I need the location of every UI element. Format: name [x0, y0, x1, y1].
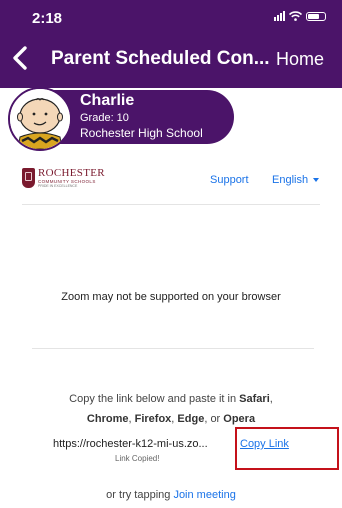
crest-icon [22, 168, 35, 188]
browser-opera: Opera [223, 413, 256, 425]
app-header: 2:18 Parent Scheduled Con... Home [0, 0, 342, 88]
highlight-annotation [235, 427, 339, 470]
browser-safari: Safari [239, 393, 270, 405]
zoom-warning: Zoom may not be supported on your browse… [61, 291, 281, 303]
logo-title: ROCHESTER [38, 167, 105, 179]
home-button[interactable]: Home [276, 49, 324, 70]
join-prompt: or try tapping Join meeting [0, 489, 342, 501]
student-name: Charlie [80, 92, 135, 109]
logo-tagline: PRIDE IN EXCELLENCE [38, 184, 78, 188]
support-link[interactable]: Support [210, 174, 249, 186]
instr-or: , or [204, 413, 224, 425]
page-title: Parent Scheduled Con... [51, 48, 270, 69]
district-logo: ROCHESTER COMMUNITY SCHOOLS PRIDE IN EXC… [22, 168, 105, 188]
wifi-icon [289, 11, 302, 21]
header-divider [22, 204, 320, 205]
student-grade: Grade: 10 [80, 112, 129, 124]
copy-instructions: Copy the link below and paste it in Safa… [30, 389, 312, 429]
meeting-url: https://rochester-k12-mi-us.zo... [53, 438, 208, 450]
link-copied-status: Link Copied! [115, 454, 160, 463]
student-school: Rochester High School [80, 126, 203, 140]
language-select[interactable]: English [272, 174, 320, 186]
status-icons [274, 11, 326, 21]
browser-edge: Edge [177, 413, 205, 425]
battery-icon [306, 11, 326, 21]
charlie-avatar-icon [10, 89, 70, 149]
join-meeting-link[interactable]: Join meeting [173, 489, 235, 501]
caret-down-icon [313, 178, 320, 183]
instr-text: Copy the link below and paste it in [69, 393, 240, 405]
content-divider [32, 348, 314, 349]
avatar [8, 87, 72, 151]
signal-icon [274, 11, 285, 21]
browser-firefox: Firefox [134, 413, 172, 425]
instr-comma: , [269, 393, 273, 405]
back-chevron-icon[interactable] [10, 44, 32, 72]
join-prefix: or try tapping [106, 489, 174, 501]
language-label: English [272, 174, 309, 186]
browser-chrome: Chrome [86, 413, 129, 425]
status-time: 2:18 [32, 10, 63, 27]
status-bar: 2:18 [0, 0, 342, 34]
